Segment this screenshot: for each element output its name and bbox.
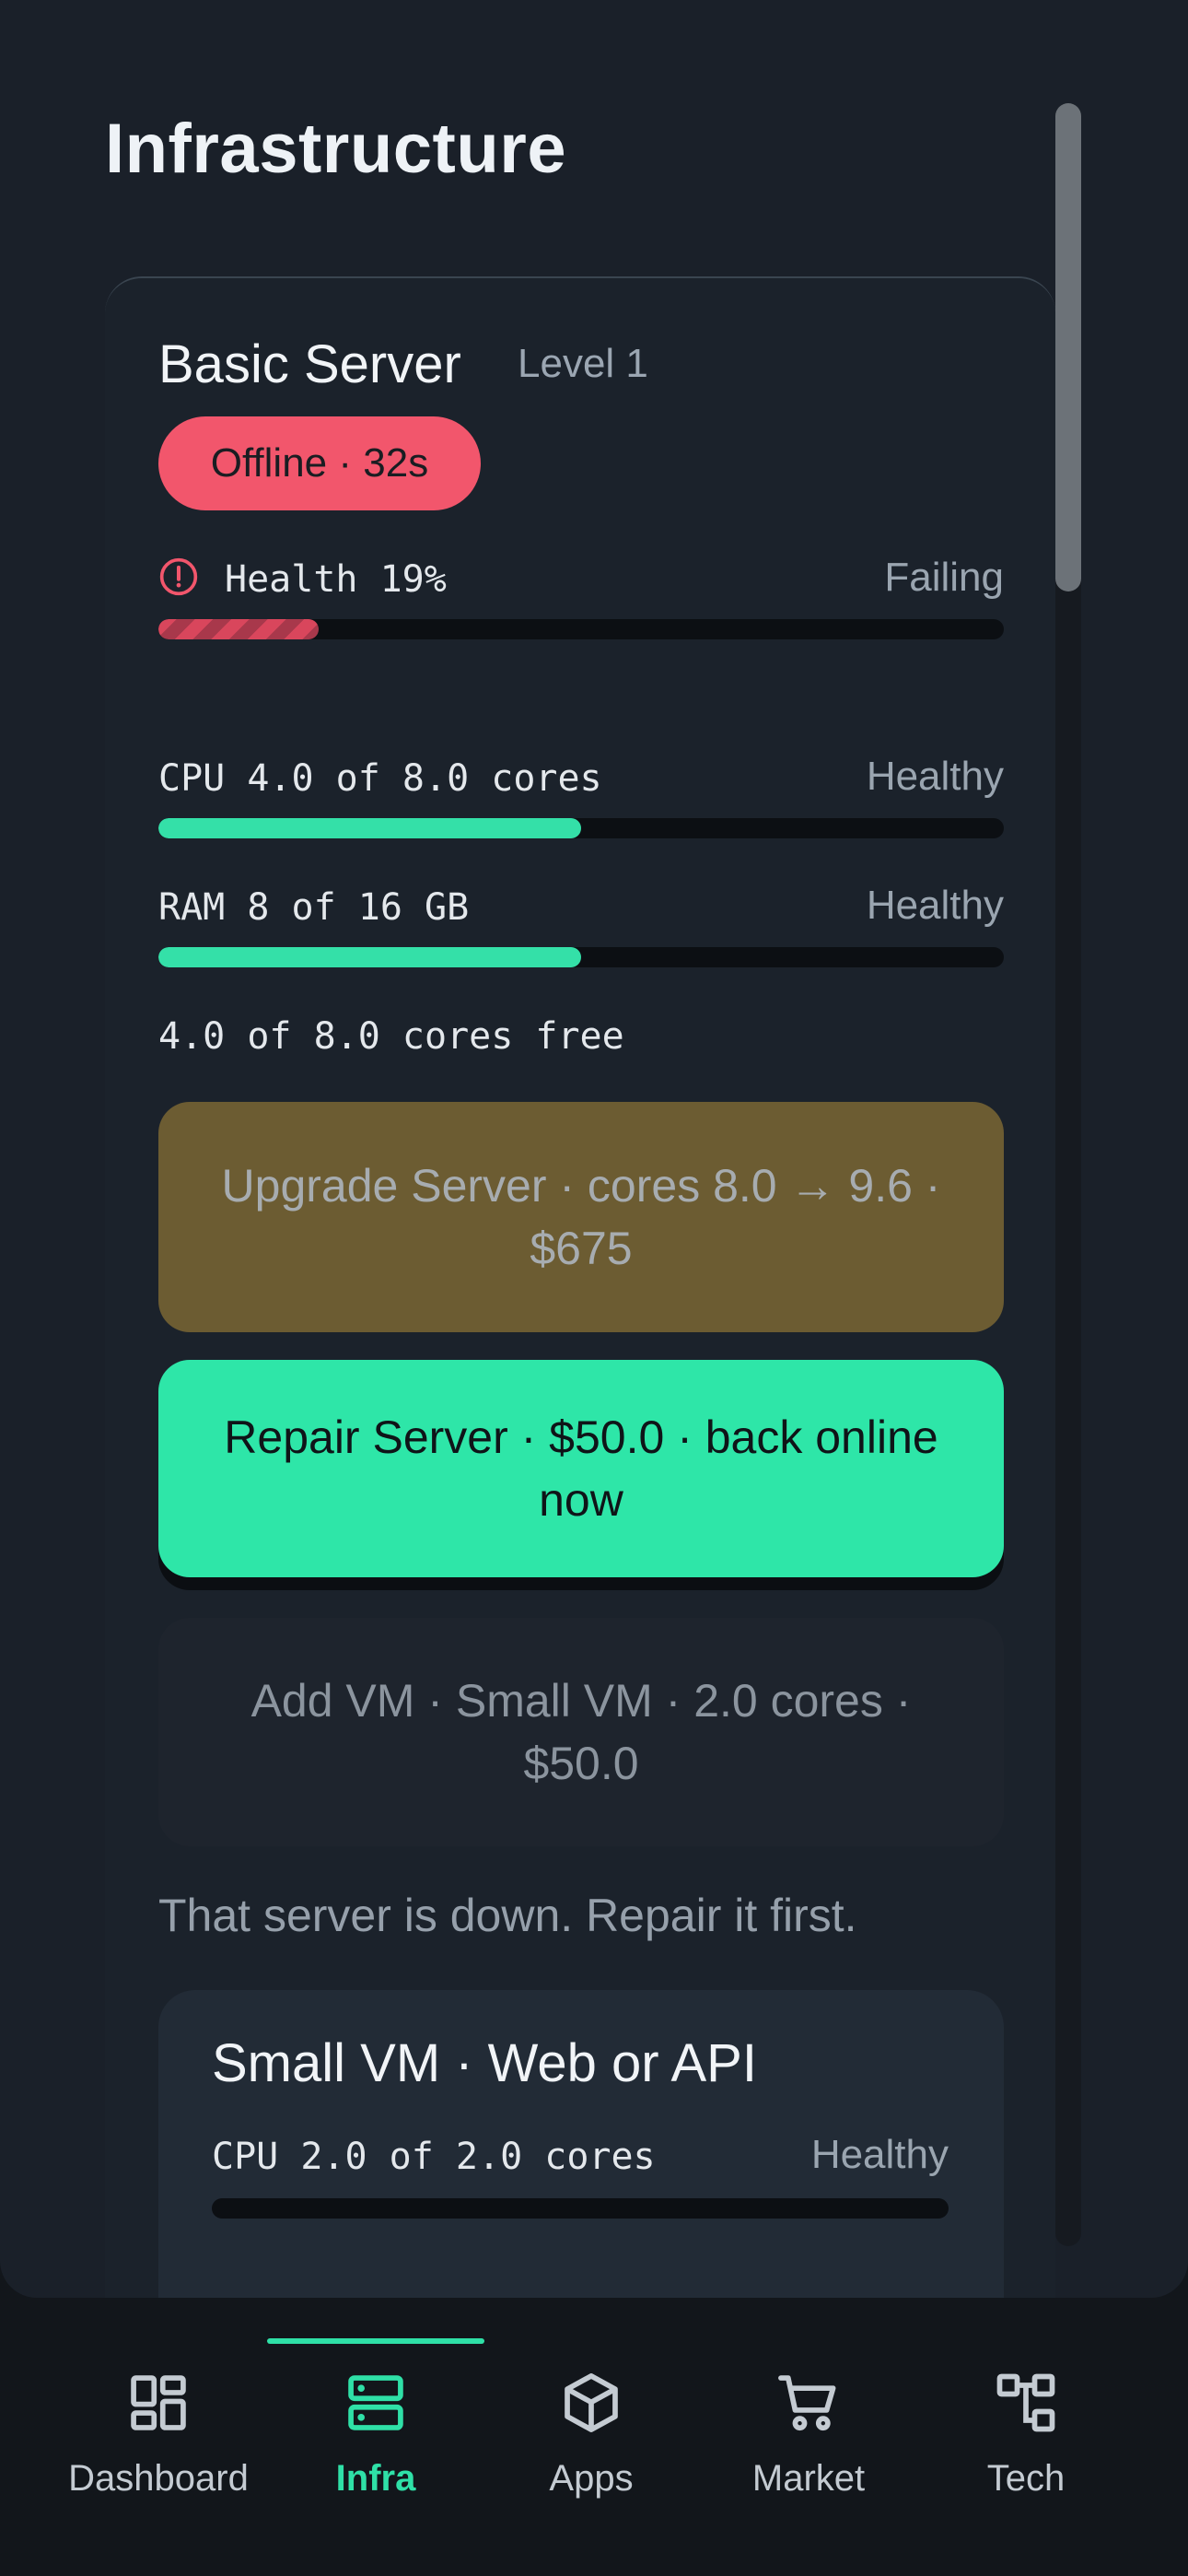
cpu-bar-fill xyxy=(158,818,581,838)
ram-label: RAM 8 of 16 GB xyxy=(158,886,470,929)
vm-cpu-label: CPU 2.0 of 2.0 cores xyxy=(212,2136,656,2178)
cpu-state: Healthy xyxy=(866,754,1004,799)
health-bar-fill xyxy=(158,619,320,639)
nav-label-apps: Apps xyxy=(549,2458,634,2499)
alert-icon xyxy=(159,557,198,596)
server-icon xyxy=(348,2375,403,2430)
nav-label-market: Market xyxy=(751,2458,866,2499)
page-title: Infrastructure xyxy=(105,110,567,188)
server-level: Level 1 xyxy=(518,341,648,386)
server-down-warning: That server is down. Repair it first. xyxy=(158,1890,857,1941)
ram-state: Healthy xyxy=(866,883,1004,928)
server-name: Basic Server xyxy=(158,334,461,394)
status-badge: Offline · 32s xyxy=(158,416,481,510)
scrollbar-thumb[interactable] xyxy=(1055,103,1081,591)
ram-bar xyxy=(158,947,1004,967)
repair-server-button[interactable]: Repair Server · $50.0 · back online now xyxy=(158,1360,1004,1577)
vm-title: Small VM · Web or API xyxy=(212,2033,757,2093)
nav-item-dashboard[interactable]: Dashboard xyxy=(50,2368,267,2515)
nav-item-apps[interactable]: Apps xyxy=(483,2368,700,2515)
screen: Infrastructure Basic Server Level 1 Offl… xyxy=(0,0,1188,2576)
cpu-label: CPU 4.0 of 8.0 cores xyxy=(158,757,602,800)
active-tab-indicator xyxy=(267,2338,484,2344)
nav-item-tech[interactable]: Tech xyxy=(917,2368,1135,2515)
dashboard-icon xyxy=(131,2375,186,2430)
cpu-bar xyxy=(158,818,1004,838)
cube-icon xyxy=(565,2373,618,2432)
nav-label-dashboard: Dashboard xyxy=(68,2458,249,2499)
free-cores-text: 4.0 of 8.0 cores free xyxy=(158,1015,624,1058)
ram-bar-fill xyxy=(158,947,581,967)
health-bar xyxy=(158,619,1004,639)
infrastructure-panel: Infrastructure Basic Server Level 1 Offl… xyxy=(0,0,1188,2298)
vm-cpu-state: Healthy xyxy=(810,2132,949,2177)
health-label: Health 19% xyxy=(225,558,447,601)
nav-item-infra[interactable]: Infra xyxy=(267,2368,484,2515)
add-vm-button[interactable]: Add VM · Small VM · 2.0 cores · $50.0 xyxy=(158,1618,1004,1846)
vm-cpu-bar xyxy=(212,2198,949,2219)
nav-label-infra: Infra xyxy=(335,2458,416,2499)
upgrade-server-button[interactable]: Upgrade Server · cores 8.0 → 9.6 · $675 xyxy=(158,1102,1004,1332)
cart-icon xyxy=(778,2375,836,2431)
nav-item-market[interactable]: Market xyxy=(700,2368,917,2515)
nav-label-tech: Tech xyxy=(986,2458,1066,2499)
health-state: Failing xyxy=(884,555,1004,600)
tech-tree-icon xyxy=(996,2373,1055,2432)
